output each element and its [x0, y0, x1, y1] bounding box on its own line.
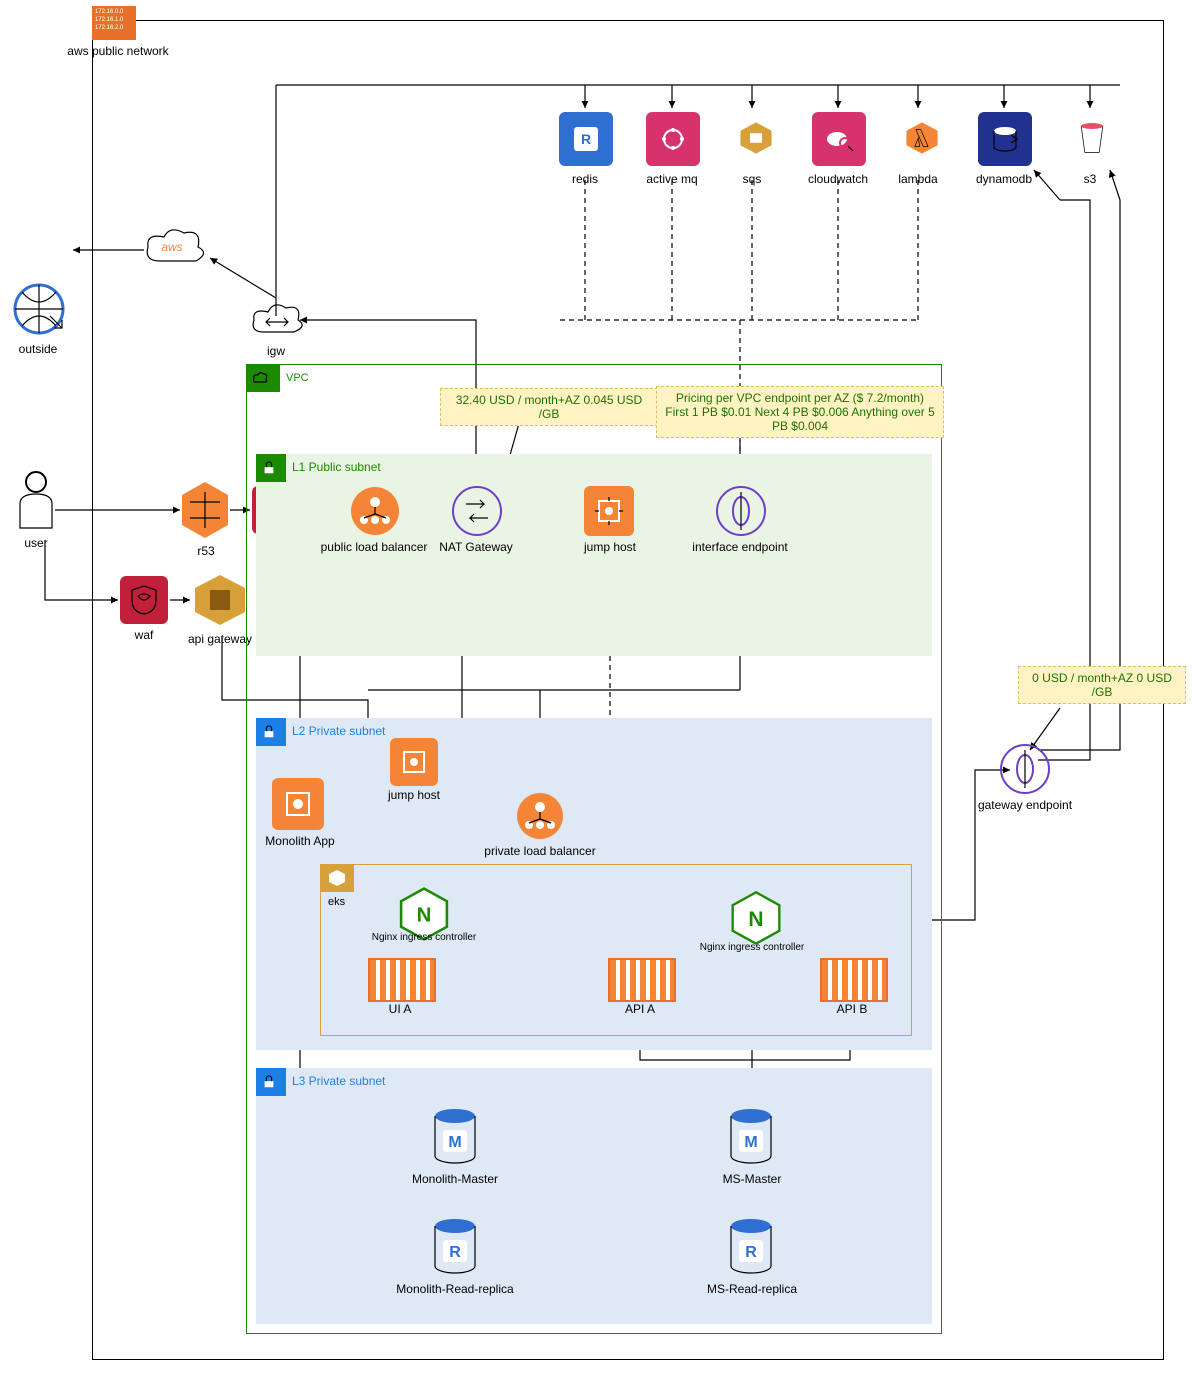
- nat-pricing-note: 32.40 USD / month+AZ 0.045 USD /GB: [440, 388, 658, 426]
- outside-label: outside: [0, 342, 98, 356]
- public-lb-icon: [350, 486, 400, 536]
- api-b-container: [820, 958, 888, 1002]
- nat-gateway-icon: [452, 486, 502, 536]
- gwendpoint-pricing-note: 0 USD / month+AZ 0 USD /GB: [1018, 666, 1186, 704]
- public-subnet-label: L1 Public subnet: [292, 460, 381, 474]
- monolith-master-label: Monolith-Master: [395, 1172, 515, 1186]
- jump-host-private-label: jump host: [354, 788, 474, 802]
- ms-master-label: MS-Master: [692, 1172, 812, 1186]
- vpc-label: VPC: [286, 372, 309, 384]
- cloudwatch-icon: [812, 112, 866, 166]
- svg-text:R: R: [745, 1244, 757, 1261]
- api-gateway-icon: [192, 572, 248, 628]
- svg-text:aws: aws: [161, 240, 182, 254]
- eks-label: eks: [328, 896, 345, 908]
- db-subnet-badge: [256, 1068, 286, 1096]
- monolith-master-icon: M: [432, 1108, 478, 1168]
- waf2-icon: [120, 576, 168, 624]
- outside-icon: [10, 280, 68, 338]
- nat-gateway-label: NAT Gateway: [416, 540, 536, 554]
- ms-replica-icon: R: [728, 1218, 774, 1278]
- monolith-app-label: Monolith App: [240, 834, 360, 848]
- svg-text:M: M: [448, 1134, 461, 1151]
- monolith-replica-label: Monolith-Read-replica: [395, 1282, 515, 1296]
- aws-public-network-icon: 172.16.0.0172.16.1.0172.16.2.0: [92, 6, 136, 40]
- jump-host-private-icon: [390, 738, 438, 786]
- eks-badge: [320, 864, 354, 892]
- gateway-endpoint-icon: [1000, 744, 1050, 794]
- activemq-icon: [646, 112, 700, 166]
- user-icon: [14, 468, 58, 532]
- ms-master-icon: M: [728, 1108, 774, 1168]
- jump-host-public-label: jump host: [550, 540, 670, 554]
- redis-icon: R: [559, 112, 613, 166]
- monolith-replica-icon: R: [432, 1218, 478, 1278]
- aws-public-network-label: aws public network: [58, 44, 178, 58]
- aws-cloud-icon: aws: [140, 225, 210, 273]
- monolith-app-icon: [272, 778, 324, 830]
- vpc-badge: [246, 364, 280, 392]
- private-subnet-label: L2 Private subnet: [292, 724, 385, 738]
- svg-text:N: N: [748, 908, 763, 931]
- db-subnet-label: L3 Private subnet: [292, 1074, 385, 1088]
- svg-text:R: R: [581, 131, 591, 147]
- api-a-container: [608, 958, 676, 1002]
- public-subnet-badge: [256, 454, 286, 482]
- ui-a-label: UI A: [340, 1002, 460, 1016]
- nginx2-icon: N: [728, 890, 776, 938]
- interface-endpoint-label: interface endpoint: [680, 540, 800, 554]
- interface-endpoint-icon: [716, 486, 766, 536]
- svg-text:M: M: [744, 1134, 757, 1151]
- sqs-icon: [726, 108, 786, 168]
- api-b-label: API B: [792, 1002, 912, 1016]
- jump-host-public-icon: [584, 486, 634, 536]
- lambda-icon: [892, 108, 952, 168]
- user-label: user: [0, 536, 96, 550]
- s3-icon: [1064, 108, 1120, 168]
- ms-replica-label: MS-Read-replica: [692, 1282, 812, 1296]
- gateway-endpoint-label: gateway endpoint: [965, 798, 1085, 812]
- public-subnet: [256, 454, 932, 656]
- svg-text:N: N: [417, 905, 432, 927]
- private-lb-icon: [516, 792, 564, 840]
- r53-icon: [180, 480, 230, 540]
- dynamodb-icon: [978, 112, 1032, 166]
- igw-label: igw: [216, 344, 336, 358]
- private-subnet-badge: [256, 718, 286, 746]
- ifendpoint-pricing-note: Pricing per VPC endpoint per AZ ($ 7.2/m…: [656, 386, 944, 438]
- nginx1-icon: N: [396, 886, 440, 930]
- igw-icon: [248, 298, 306, 342]
- api-a-label: API A: [580, 1002, 700, 1016]
- private-lb-label: private load balancer: [480, 844, 600, 858]
- nginx1-label: Nginx ingress controller: [364, 932, 484, 943]
- svg-text:R: R: [449, 1244, 461, 1261]
- db-subnet: [256, 1068, 932, 1324]
- ui-a-container: [368, 958, 436, 1002]
- nginx2-label: Nginx ingress controller: [692, 942, 812, 953]
- s3-label: s3: [1030, 172, 1150, 186]
